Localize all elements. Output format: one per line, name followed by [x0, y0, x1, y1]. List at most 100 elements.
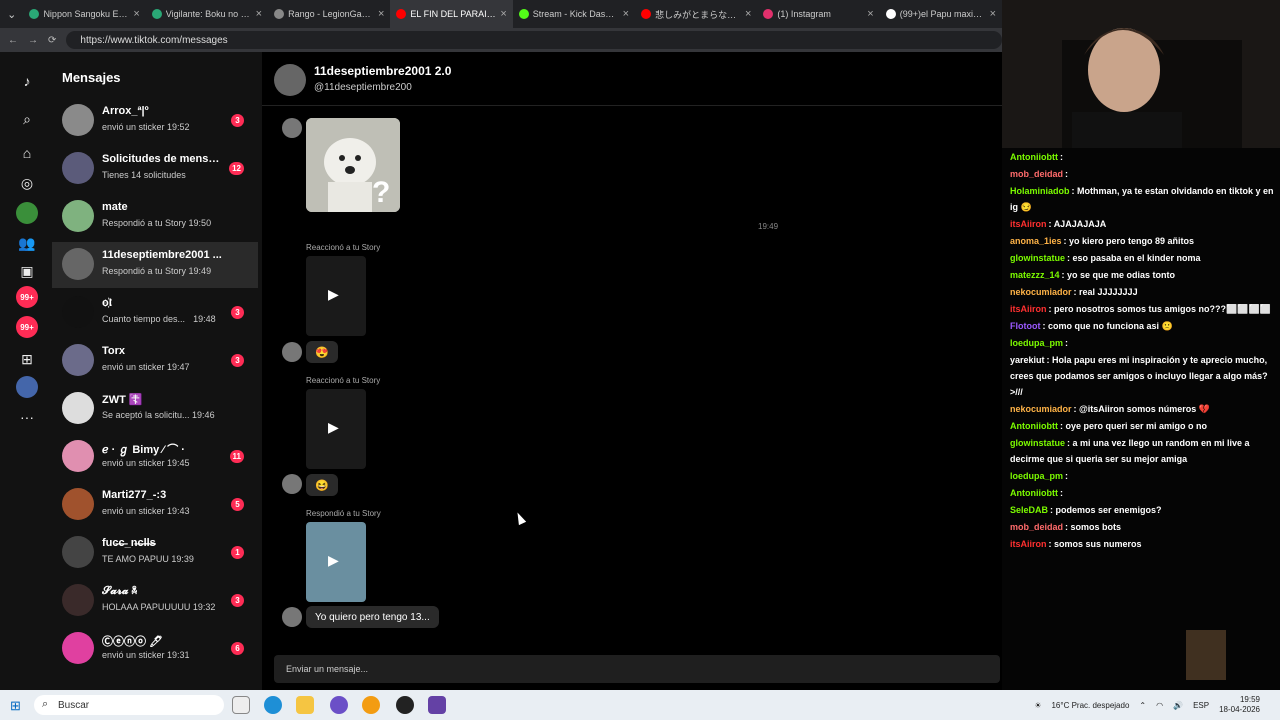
following-icon[interactable]: 👥: [16, 232, 38, 254]
forward-icon[interactable]: →: [28, 35, 38, 46]
browser-tab[interactable]: EL FIN DEL PARAISO - m×: [390, 0, 513, 28]
clock[interactable]: 19:59 18-04-2026: [1219, 695, 1260, 715]
close-icon[interactable]: ×: [623, 8, 629, 20]
chat-username[interactable]: anoma_1ies: [1010, 236, 1062, 246]
close-icon[interactable]: ×: [378, 8, 384, 20]
conversation-item[interactable]: 11deseptiembre2001 ... Respondió a tu Sto…: [52, 242, 258, 288]
chat-text: real JJJJJJJJ: [1079, 287, 1138, 297]
chat-username[interactable]: yarekiut: [1010, 355, 1045, 365]
chat-username[interactable]: nekocumiador: [1010, 404, 1072, 414]
profile-avatar-icon[interactable]: [16, 376, 38, 398]
conversation-item[interactable]: fuc̶c̶_n̶c̶l̶l̶s̶ TE AMO PAPUU 19:39 1: [52, 530, 258, 576]
conversation-item[interactable]: ℯ · ℊ Bimy ⁄ ⌒ · envió un sticker 19:45 11: [52, 434, 258, 480]
chat-username[interactable]: mob_deidad: [1010, 169, 1063, 179]
conversation-item[interactable]: Marti277_-:3 envió un sticker 19:43 5: [52, 482, 258, 528]
conversation-item[interactable]: 𝓢𝓪𝓻𝓪 ☠ HOLAAA PAPUUUUU 19:32 3: [52, 578, 258, 624]
chat-title[interactable]: 11deseptiembre2001 2.0: [314, 64, 451, 78]
discord-icon[interactable]: [330, 696, 348, 714]
live-avatar-icon[interactable]: [16, 202, 38, 224]
chat-username[interactable]: glowinstatue: [1010, 253, 1065, 263]
taskbar-search[interactable]: ⌕ Buscar: [34, 695, 224, 715]
conversation-item[interactable]: Solicitudes de mensaj... Tienes 14 solici…: [52, 146, 258, 192]
message-avatar[interactable]: [282, 342, 302, 362]
upload-icon[interactable]: ⊞: [16, 348, 38, 370]
story-thumbnail[interactable]: ▶: [306, 522, 366, 602]
message-composer[interactable]: [274, 655, 1000, 683]
chat-username[interactable]: matezzz_14: [1010, 270, 1060, 280]
url-field[interactable]: https://www.tiktok.com/messages: [66, 31, 1002, 49]
browser-tab[interactable]: Vigilante: Boku no Her ×: [146, 0, 268, 28]
chat-username[interactable]: mob_deidad: [1010, 522, 1063, 532]
file-explorer-icon[interactable]: [296, 696, 314, 714]
chat-username[interactable]: loedupa_pm: [1010, 471, 1063, 481]
weather-text[interactable]: 16°C Prac. despejado: [1051, 701, 1129, 710]
conversation-item[interactable]: Ⓒⓔⓝⓞ 🖊 envió un sticker 19:31 6: [52, 626, 258, 672]
messages-badge-icon[interactable]: 99+: [16, 286, 38, 308]
activity-badge-icon[interactable]: 99+: [16, 316, 38, 338]
browser-tab[interactable]: (1) Instagram ×: [757, 0, 879, 28]
chat-username[interactable]: itsAiiron: [1010, 219, 1047, 229]
twitch-icon[interactable]: [428, 696, 446, 714]
task-view-icon[interactable]: [232, 696, 250, 714]
search-icon[interactable]: ⌕: [16, 108, 38, 130]
chat-username[interactable]: glowinstatue: [1010, 438, 1065, 448]
close-icon[interactable]: ×: [500, 8, 506, 20]
obs-icon[interactable]: [396, 696, 414, 714]
tiktok-logo-icon[interactable]: ♪: [16, 70, 38, 92]
conversation-item[interactable]: o҉I Cuanto tiempo des... 19:48 3: [52, 290, 258, 336]
edge-icon[interactable]: [264, 696, 282, 714]
close-icon[interactable]: ×: [745, 8, 751, 20]
close-icon[interactable]: ×: [990, 8, 996, 20]
chat-username[interactable]: itsAiiron: [1010, 304, 1047, 314]
conversation-item[interactable]: mate Respondió a tu Story 19:50: [52, 194, 258, 240]
chat-avatar[interactable]: [274, 64, 306, 96]
chat-username[interactable]: Antoniiobtt: [1010, 421, 1058, 431]
chat-username[interactable]: Antoniiobtt: [1010, 152, 1058, 162]
chat-handle[interactable]: @11deseptiembre200: [314, 82, 412, 93]
preview-time: 19:48: [193, 314, 216, 324]
message-avatar[interactable]: [282, 474, 302, 494]
back-icon[interactable]: ←: [8, 35, 18, 46]
chat-username[interactable]: Holaminiadob: [1010, 186, 1070, 196]
globe-icon: [274, 9, 285, 19]
explore-icon[interactable]: ◎: [16, 172, 38, 194]
conversation-preview: envió un sticker 19:45: [102, 458, 190, 468]
chat-username[interactable]: Antoniiobtt: [1010, 488, 1058, 498]
story-thumbnail[interactable]: ▶: [306, 256, 366, 336]
wifi-icon[interactable]: ◠: [1156, 701, 1163, 710]
chat-username[interactable]: nekocumiador: [1010, 287, 1072, 297]
browser-tab[interactable]: (99+)el Papu maximo (@ ×: [880, 0, 1002, 28]
browser-tab[interactable]: Nippon Sangoku Episo ×: [23, 0, 145, 28]
windows-start-icon[interactable]: ⊞: [10, 698, 21, 714]
browser-tab[interactable]: Rango - LegionGamesC ×: [268, 0, 390, 28]
more-icon[interactable]: ···: [16, 406, 38, 428]
volume-icon[interactable]: 🔊: [1173, 701, 1183, 710]
reaction-label: Reaccionó a tu Story: [306, 376, 381, 385]
microphone-icon[interactable]: [362, 696, 380, 714]
tab-search-icon[interactable]: ⌄: [0, 8, 23, 21]
avatar: [62, 296, 94, 328]
tray-chevron-icon[interactable]: ⌃: [1139, 701, 1146, 710]
chat-username[interactable]: itsAiiron: [1010, 539, 1047, 549]
unread-badge: 3: [231, 354, 244, 367]
chat-username[interactable]: Flotoot: [1010, 321, 1041, 331]
browser-tab[interactable]: Stream - Kick Dashboa ×: [513, 0, 635, 28]
close-icon[interactable]: ×: [256, 8, 262, 20]
conversation-item[interactable]: Torx envió un sticker 19:47 3: [52, 338, 258, 384]
conversation-item[interactable]: Arrox_ª|º envió un sticker 19:52 3: [52, 98, 258, 144]
message-avatar[interactable]: [282, 607, 302, 627]
close-icon[interactable]: ×: [867, 8, 873, 20]
chat-username[interactable]: loedupa_pm: [1010, 338, 1063, 348]
reload-icon[interactable]: ⟳: [48, 35, 56, 46]
browser-tab[interactable]: 悲しみがとまらない I CAN ×: [635, 0, 757, 28]
close-icon[interactable]: ×: [133, 8, 139, 20]
conversation-item[interactable]: ZWT ☦️ Se aceptó la solicitu... 19:46: [52, 386, 258, 432]
preview-text: envió un sticker 19:52: [102, 122, 190, 132]
lang-indicator[interactable]: ESP: [1193, 701, 1209, 710]
home-icon[interactable]: ⌂: [16, 142, 38, 164]
message-avatar[interactable]: [282, 118, 302, 138]
chat-username[interactable]: SeleDAB: [1010, 505, 1048, 515]
story-thumbnail[interactable]: ▶: [306, 389, 366, 469]
live-icon[interactable]: ▣: [16, 260, 38, 282]
message-input[interactable]: [274, 655, 1000, 683]
